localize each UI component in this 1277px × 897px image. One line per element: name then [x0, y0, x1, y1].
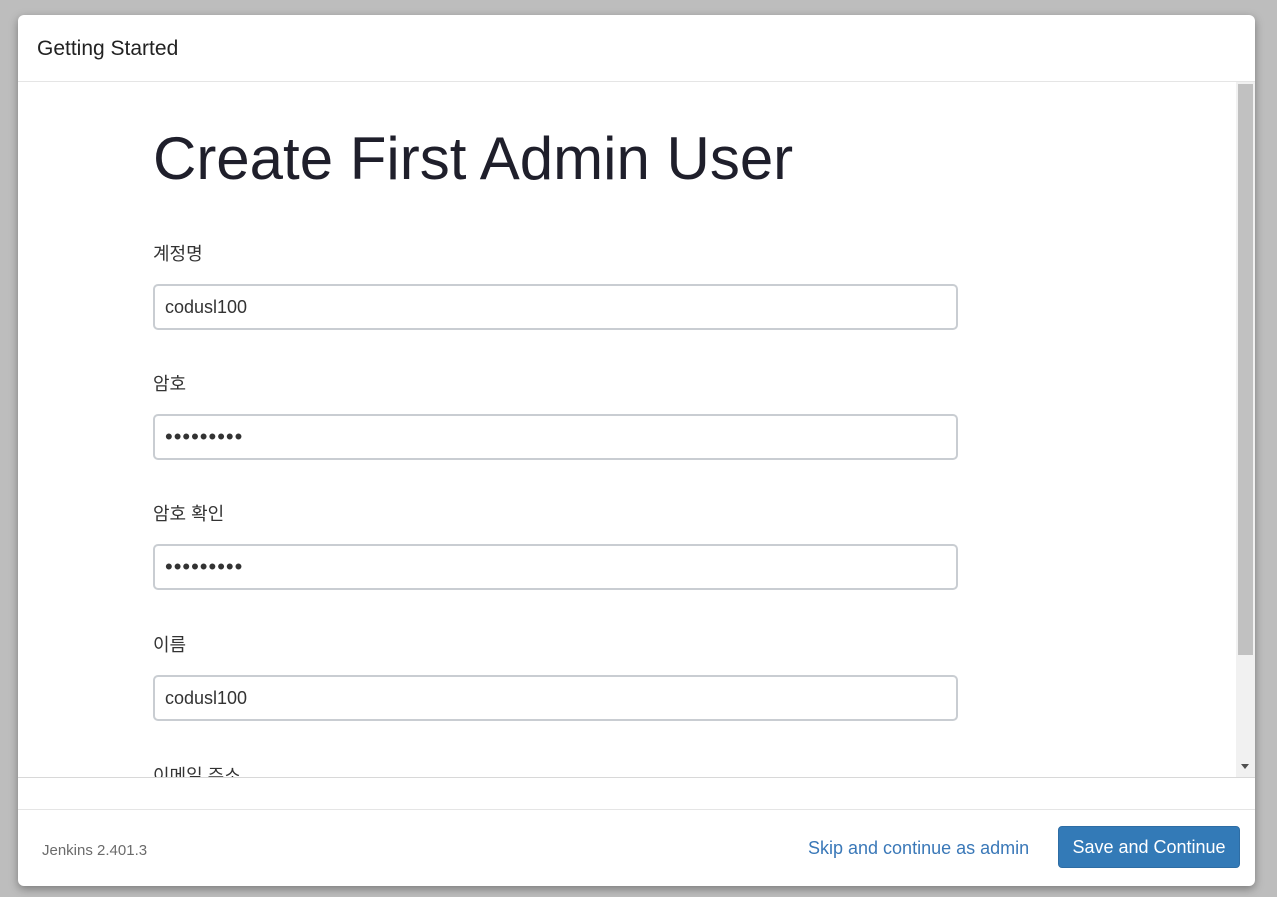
page-title: Create First Admin User — [153, 125, 794, 192]
skip-and-continue-link[interactable]: Skip and continue as admin — [808, 838, 1029, 859]
scrollbar-thumb[interactable] — [1238, 84, 1253, 655]
footer-divider — [18, 809, 1255, 810]
fullname-label: 이름 — [153, 635, 187, 655]
vertical-scrollbar[interactable] — [1236, 82, 1255, 777]
username-input[interactable] — [153, 284, 958, 330]
username-label: 계정명 — [153, 244, 203, 264]
password-confirm-input[interactable] — [153, 544, 958, 590]
email-label: 이메일 주소 — [153, 766, 241, 778]
dialog-title: Getting Started — [37, 37, 179, 60]
password-input[interactable] — [153, 414, 958, 460]
setup-dialog: Getting Started Create First Admin User … — [18, 15, 1255, 886]
dialog-header: Getting Started — [18, 15, 1255, 82]
save-and-continue-button[interactable]: Save and Continue — [1058, 826, 1240, 868]
dialog-body: Create First Admin User 계정명 암호 암호 확인 이름 … — [18, 82, 1255, 778]
scroll-down-arrow-icon[interactable] — [1241, 764, 1249, 769]
password-confirm-label: 암호 확인 — [153, 504, 225, 524]
fullname-input[interactable] — [153, 675, 958, 721]
password-label: 암호 — [153, 374, 187, 394]
version-label: Jenkins 2.401.3 — [42, 842, 148, 859]
